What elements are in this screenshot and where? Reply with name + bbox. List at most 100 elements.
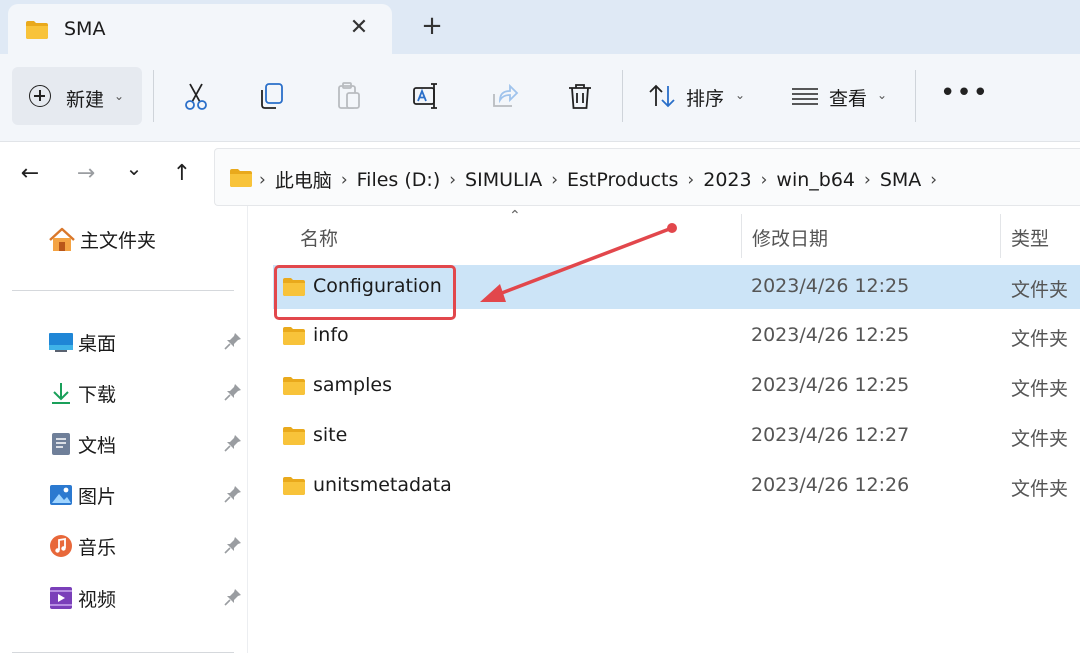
pin-icon[interactable] [224,332,242,350]
breadcrumb-item[interactable]: Files (D:) [357,169,441,191]
sidebar-divider [12,290,234,291]
sidebar-item-videos[interactable]: 视频 [48,578,248,618]
pictures-icon [48,482,74,508]
annotation-highlight-box [274,265,456,320]
new-tab-icon[interactable]: + [418,12,446,40]
chevron-right-icon[interactable]: › [341,170,348,190]
delete-icon[interactable] [564,80,596,112]
chevron-right-icon[interactable]: › [687,170,694,190]
command-bar: 新建 ⌄ 排序 ⌄ 查看 ⌄ ••• [0,54,1080,142]
sidebar-item-pictures[interactable]: 图片 [48,475,248,515]
sidebar-item-documents[interactable]: 文档 [48,424,248,464]
toolbar-divider [915,70,916,122]
pin-icon[interactable] [224,485,242,503]
file-type: 文件夹 [1011,478,1069,500]
file-date: 2023/4/26 12:25 [751,275,910,297]
paste-icon[interactable] [333,80,365,112]
more-options-icon[interactable]: ••• [940,78,989,108]
rename-icon[interactable] [410,80,442,112]
desktop-icon [48,329,74,355]
sidebar-item-label: 桌面 [78,332,117,355]
file-date: 2023/4/26 12:25 [751,374,910,396]
new-button-label: 新建 [66,89,105,111]
pin-icon[interactable] [224,434,242,452]
download-icon [48,380,74,406]
folder-icon [283,427,305,445]
file-name: unitsmetadata [313,474,452,496]
tab-title: SMA [64,18,106,40]
folder-icon [230,169,252,187]
table-row[interactable]: site 2023/4/26 12:27 文件夹 [273,414,1080,458]
breadcrumb: › 此电脑 › Files (D:) › SIMULIA › EstProduc… [259,166,946,193]
file-date: 2023/4/26 12:26 [751,474,910,496]
sort-label[interactable]: 排序 [686,84,724,111]
breadcrumb-item[interactable]: SMA [880,169,921,191]
breadcrumb-item[interactable]: SIMULIA [465,169,542,191]
tab-strip: SMA ✕ + [0,0,1080,54]
pin-icon[interactable] [224,536,242,554]
new-button[interactable]: 新建 ⌄ [12,67,142,125]
pin-icon[interactable] [224,383,242,401]
video-icon [48,585,74,611]
pin-icon[interactable] [224,588,242,606]
sidebar-item-label: 下载 [78,383,117,406]
column-header-date[interactable]: 修改日期 [752,224,828,251]
sidebar-item-music[interactable]: 音乐 [48,526,248,566]
recent-locations-chevron-icon[interactable]: ⌄ [118,152,150,184]
sidebar-item-label: 图片 [78,485,117,508]
column-divider[interactable] [1000,214,1001,258]
document-icon [48,431,74,457]
breadcrumb-item[interactable]: 此电脑 [275,166,332,193]
folder-icon [26,21,48,39]
table-row[interactable]: unitsmetadata 2023/4/26 12:26 文件夹 [273,464,1080,508]
chevron-right-icon[interactable]: › [864,170,871,190]
view-label[interactable]: 查看 [829,84,867,111]
back-arrow-icon[interactable]: ← [14,158,46,190]
sidebar-item-label: 文档 [78,434,117,457]
sidebar-item-downloads[interactable]: 下载 [48,373,248,413]
file-name: info [313,324,349,346]
chevron-down-icon: ⌄ [114,89,125,103]
tab-sma[interactable]: SMA ✕ [8,4,392,54]
tab-close-icon[interactable]: ✕ [345,14,373,42]
sidebar-item-label: 视频 [78,588,117,611]
column-header-name[interactable]: 名称 [300,224,338,251]
breadcrumb-item[interactable]: win_b64 [776,169,855,191]
view-icon[interactable] [790,80,822,112]
file-type: 文件夹 [1011,428,1069,450]
breadcrumb-item[interactable]: EstProducts [567,169,678,191]
sidebar-item-home[interactable]: 主文件夹 [48,226,156,253]
sidebar-item-desktop[interactable]: 桌面 [48,322,248,362]
folder-icon [283,477,305,495]
folder-icon [283,327,305,345]
file-name: site [313,424,348,446]
cut-icon[interactable] [180,80,212,112]
chevron-right-icon[interactable]: › [449,170,456,190]
file-date: 2023/4/26 12:27 [751,424,910,446]
sidebar-item-label: 主文件夹 [80,230,157,252]
chevron-right-icon[interactable]: › [761,170,768,190]
share-icon[interactable] [488,80,520,112]
copy-icon[interactable] [256,80,288,112]
file-date: 2023/4/26 12:25 [751,324,910,346]
column-header-type[interactable]: 类型 [1011,224,1049,251]
forward-arrow-icon[interactable]: → [70,158,102,190]
chevron-right-icon[interactable]: › [551,170,558,190]
address-bar[interactable]: › 此电脑 › Files (D:) › SIMULIA › EstProduc… [214,148,1080,206]
chevron-right-icon[interactable]: › [259,170,266,190]
breadcrumb-item[interactable]: 2023 [703,169,751,191]
navigation-pane: 主文件夹 桌面 下载 文档 图片 音乐 视频 [0,206,248,653]
file-type: 文件夹 [1011,279,1069,301]
file-type: 文件夹 [1011,378,1069,400]
up-arrow-icon[interactable]: ↑ [166,158,198,190]
table-row[interactable]: samples 2023/4/26 12:25 文件夹 [273,364,1080,408]
music-icon [48,533,74,559]
table-row[interactable]: info 2023/4/26 12:25 文件夹 [273,314,1080,358]
file-type: 文件夹 [1011,328,1069,350]
file-name: samples [313,374,392,396]
chevron-right-icon[interactable]: › [930,170,937,190]
sidebar-item-label: 音乐 [78,536,117,559]
sort-icon[interactable] [646,80,678,112]
plus-circle-icon [29,85,51,107]
column-divider[interactable] [741,214,742,258]
